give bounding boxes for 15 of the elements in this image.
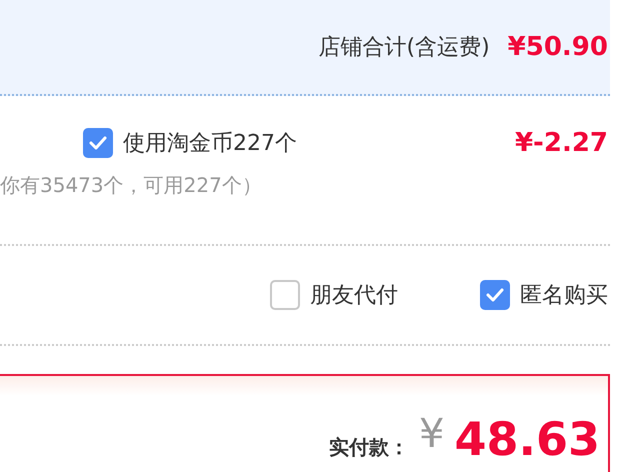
payment-label: 实付款： <box>329 434 410 461</box>
payment-amount: 48.63 <box>454 412 600 466</box>
coin-option-label: 使用淘金币227个 <box>123 130 297 158</box>
checkbox[interactable] <box>83 128 113 158</box>
shop-total-label: 店铺合计(含运费) <box>318 34 490 62</box>
checkbox[interactable] <box>480 280 510 310</box>
checkbox[interactable] <box>270 280 300 310</box>
shop-total-amount: ¥50.90 <box>508 32 608 62</box>
option-label: 朋友代付 <box>310 282 398 310</box>
coin-balance-note: 你有35473个，可用227个） <box>0 172 263 199</box>
option-label: 匿名购买 <box>520 282 608 310</box>
checkmark-icon <box>486 288 504 302</box>
currency-symbol: ¥ <box>419 412 444 456</box>
checkmark-icon <box>89 136 107 150</box>
coin-discount-amount: ¥-2.27 <box>514 128 608 158</box>
